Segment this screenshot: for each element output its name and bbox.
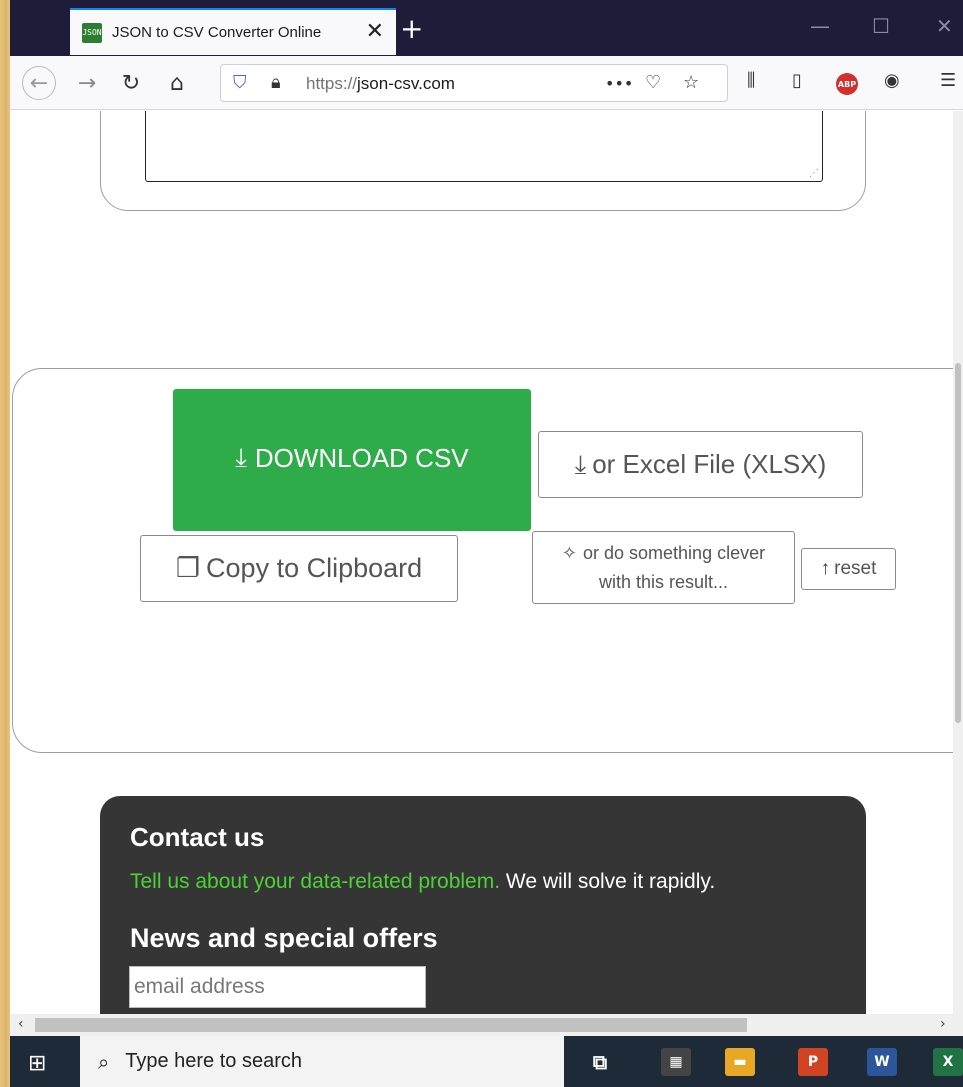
clever-action-button[interactable]: ✧ or do something clever with this result…: [532, 531, 795, 604]
home-icon[interactable]: ⌂: [160, 66, 194, 100]
navigation-toolbar: ← → ↻ ⌂ ⛉ 🔒︎ https://json-csv.com ••• ♡ …: [10, 56, 963, 110]
reset-button[interactable]: ↑ reset: [801, 548, 896, 590]
input-card: ⋰: [100, 111, 866, 211]
favicon-icon: JSON: [82, 22, 102, 43]
copy-clipboard-button[interactable]: ❐ Copy to Clipboard: [140, 535, 458, 602]
search-icon: ⌕: [98, 1049, 110, 1074]
page-actions-icon[interactable]: •••: [605, 74, 633, 93]
excel-label: or Excel File (XLSX): [592, 449, 827, 479]
download-csv-button[interactable]: ⤓ DOWNLOAD CSV: [173, 389, 531, 531]
windows-taskbar: ⊞ ⌕ Type here to search ⧉ ▦ ▬ P W X: [10, 1036, 963, 1087]
menu-icon[interactable]: ☰: [940, 70, 956, 91]
download-icon: ⤓: [574, 448, 587, 479]
close-tab-icon[interactable]: ✕: [366, 19, 384, 44]
url-text[interactable]: https://json-csv.com: [306, 74, 455, 94]
tab-bar: JSON JSON to CSV Converter Online ✕ + — …: [10, 0, 963, 62]
browser-window: JSON JSON to CSV Converter Online ✕ + — …: [10, 0, 963, 1087]
contact-line: Tell us about your data-related problem.…: [130, 870, 715, 894]
sidebar-icon[interactable]: ▯: [792, 70, 802, 91]
horizontal-scroll-thumb[interactable]: [35, 1018, 747, 1032]
email-input[interactable]: [129, 966, 426, 1008]
pocket-icon[interactable]: ♡: [645, 72, 661, 93]
download-excel-button[interactable]: ⤓ or Excel File (XLSX): [538, 431, 863, 498]
clever-line2: with this result...: [598, 571, 729, 592]
forward-arrow-icon[interactable]: →: [70, 66, 104, 100]
tab-json-csv[interactable]: JSON JSON to CSV Converter Online ✕: [70, 8, 396, 55]
word-icon[interactable]: W: [867, 1048, 897, 1076]
shield-icon[interactable]: ⛉: [233, 72, 247, 93]
clever-line1: ✧ or do something clever: [561, 542, 766, 563]
news-title: News and special offers: [130, 923, 438, 953]
vertical-scroll-thumb[interactable]: [955, 363, 961, 723]
reload-icon[interactable]: ↻: [114, 66, 148, 100]
address-bar[interactable]: ⛉ 🔒︎ https://json-csv.com ••• ♡ ☆: [220, 64, 728, 102]
windows-start-icon[interactable]: ⊞: [28, 1051, 46, 1076]
copy-label: Copy to Clipboard: [206, 553, 423, 583]
contact-title: Contact us: [130, 822, 265, 852]
download-icon: ⤓: [235, 442, 247, 472]
powerpoint-icon[interactable]: P: [798, 1048, 828, 1076]
lock-icon[interactable]: 🔒︎: [271, 72, 281, 93]
file-explorer-icon[interactable]: ▬: [725, 1048, 755, 1076]
back-arrow-icon[interactable]: ←: [22, 66, 56, 100]
bookmark-star-icon[interactable]: ☆: [683, 72, 699, 93]
store-icon[interactable]: ▦: [661, 1048, 691, 1076]
taskbar-search[interactable]: ⌕ Type here to search: [80, 1036, 564, 1087]
copy-icon: ❐: [175, 553, 201, 583]
adblock-icon[interactable]: ABP: [836, 73, 858, 95]
search-placeholder: Type here to search: [125, 1050, 302, 1072]
arrow-up-icon: ↑: [820, 558, 831, 579]
contact-section: Contact us Tell us about your data-relat…: [100, 796, 866, 1014]
contact-link[interactable]: Tell us about your data-related problem.: [130, 870, 500, 893]
vertical-scrollbar[interactable]: [953, 111, 963, 1014]
close-window-icon[interactable]: ✕: [936, 14, 953, 38]
tab-title: JSON to CSV Converter Online: [112, 24, 322, 41]
scroll-left-icon[interactable]: ‹: [18, 1016, 24, 1032]
account-icon[interactable]: ◉: [884, 70, 900, 91]
minimize-icon[interactable]: —: [810, 14, 830, 38]
horizontal-scrollbar[interactable]: ‹ ›: [10, 1014, 963, 1036]
excel-icon[interactable]: X: [933, 1048, 963, 1076]
download-csv-label: DOWNLOAD CSV: [254, 442, 469, 473]
scroll-right-icon[interactable]: ›: [940, 1016, 946, 1032]
library-icon[interactable]: ⫼: [747, 70, 755, 91]
contact-line-rest: We will solve it rapidly.: [500, 870, 716, 893]
reset-label: reset: [834, 558, 877, 579]
maximize-icon[interactable]: ☐: [872, 14, 890, 38]
magic-wand-icon: ✧: [561, 542, 577, 563]
new-tab-button[interactable]: +: [400, 12, 423, 45]
json-textarea[interactable]: ⋰: [145, 111, 823, 182]
resize-grip-icon[interactable]: ⋰: [809, 168, 819, 179]
page-content: ⋰ ⤓ DOWNLOAD CSV ⤓ or Excel File (XLSX) …: [10, 111, 963, 1014]
task-view-icon[interactable]: ⧉: [585, 1048, 615, 1076]
